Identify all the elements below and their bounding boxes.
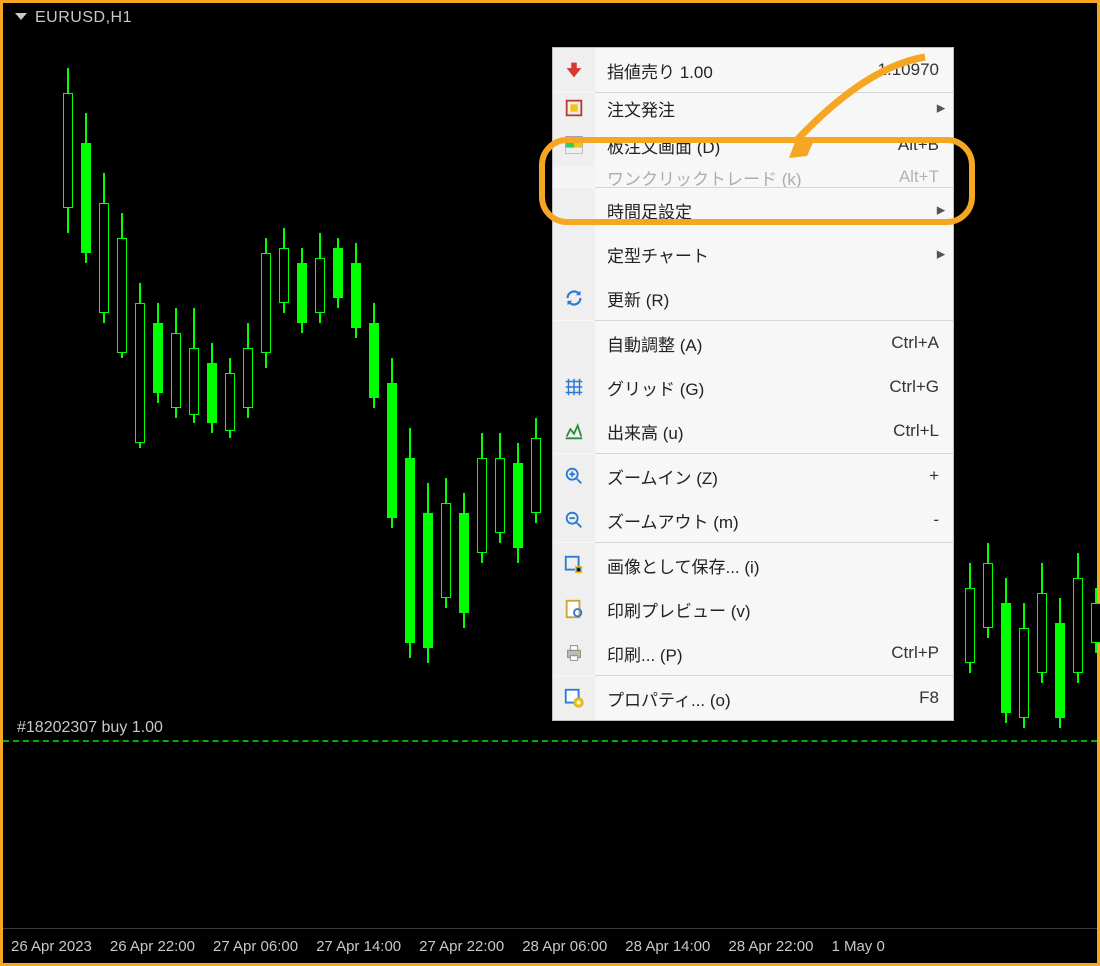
dom-grid-icon bbox=[563, 134, 585, 156]
x-tick: 26 Apr 2023 bbox=[11, 938, 92, 955]
menu-shortcut: + bbox=[929, 466, 939, 486]
menu-sell-limit[interactable]: 指値売り 1.00 1.10970 bbox=[553, 48, 953, 92]
menu-label: ズームアウト (m) bbox=[607, 508, 739, 533]
menu-refresh[interactable]: 更新 (R) bbox=[553, 276, 953, 320]
menu-depth-of-market[interactable]: 板注文画面 (D) Alt+B bbox=[553, 123, 953, 167]
menu-price: 1.10970 bbox=[878, 60, 939, 80]
order-line-label: #18202307 buy 1.00 bbox=[17, 719, 163, 737]
zoom-out-icon bbox=[563, 509, 585, 531]
menu-print-preview[interactable]: 印刷プレビュー (v) bbox=[553, 587, 953, 631]
x-tick: 27 Apr 06:00 bbox=[213, 938, 298, 955]
menu-shortcut: Ctrl+L bbox=[893, 421, 939, 441]
menu-shortcut: F8 bbox=[919, 688, 939, 708]
menu-one-click[interactable]: ワンクリックトレード (k) Alt+T bbox=[553, 167, 953, 187]
x-tick: 27 Apr 22:00 bbox=[419, 938, 504, 955]
menu-shortcut: Alt+B bbox=[898, 135, 939, 155]
submenu-arrow-icon: ▸ bbox=[929, 188, 953, 232]
menu-label: 指値売り 1.00 bbox=[607, 58, 713, 83]
menu-label: 定型チャート bbox=[607, 242, 709, 267]
menu-label: 注文発注 bbox=[607, 96, 675, 121]
menu-label: 出来高 (u) bbox=[607, 419, 684, 444]
context-menu: 指値売り 1.00 1.10970 注文発注 ▸ 板注文画面 (D) Alt+B… bbox=[552, 47, 954, 721]
properties-icon bbox=[563, 687, 585, 709]
menu-label: 自動調整 (A) bbox=[607, 331, 702, 356]
x-tick: 26 Apr 22:00 bbox=[110, 938, 195, 955]
menu-volume[interactable]: 出来高 (u) Ctrl+L bbox=[553, 409, 953, 453]
menu-label: 印刷... (P) bbox=[607, 641, 683, 666]
menu-save-image[interactable]: 画像として保存... (i) bbox=[553, 543, 953, 587]
save-image-icon bbox=[563, 554, 585, 576]
order-icon bbox=[563, 97, 585, 119]
menu-zoom-in[interactable]: ズームイン (Z) + bbox=[553, 454, 953, 498]
menu-print[interactable]: 印刷... (P) Ctrl+P bbox=[553, 631, 953, 675]
sell-arrow-icon bbox=[563, 59, 585, 81]
order-line bbox=[3, 740, 1097, 742]
x-tick: 28 Apr 14:00 bbox=[625, 938, 710, 955]
zoom-in-icon bbox=[563, 465, 585, 487]
menu-autoscale[interactable]: 自動調整 (A) Ctrl+A bbox=[553, 321, 953, 365]
menu-label: 印刷プレビュー (v) bbox=[607, 597, 751, 622]
menu-template[interactable]: 定型チャート ▸ bbox=[553, 232, 953, 276]
menu-timeframe[interactable]: 時間足設定 ▸ bbox=[553, 188, 953, 232]
menu-shortcut: Alt+T bbox=[899, 167, 939, 187]
submenu-arrow-icon: ▸ bbox=[929, 232, 953, 276]
menu-properties[interactable]: プロパティ... (o) F8 bbox=[553, 676, 953, 720]
volume-icon bbox=[563, 420, 585, 442]
menu-label: 時間足設定 bbox=[607, 198, 692, 223]
menu-label: 板注文画面 (D) bbox=[607, 133, 720, 158]
preview-icon bbox=[563, 598, 585, 620]
x-tick: 28 Apr 06:00 bbox=[522, 938, 607, 955]
menu-shortcut: Ctrl+A bbox=[891, 333, 939, 353]
menu-label: 画像として保存... (i) bbox=[607, 553, 759, 578]
menu-shortcut: Ctrl+P bbox=[891, 643, 939, 663]
menu-zoom-out[interactable]: ズームアウト (m) - bbox=[553, 498, 953, 542]
x-tick: 27 Apr 14:00 bbox=[316, 938, 401, 955]
submenu-arrow-icon: ▸ bbox=[929, 93, 953, 123]
menu-shortcut: - bbox=[933, 510, 939, 530]
menu-label: 更新 (R) bbox=[607, 286, 669, 311]
print-icon bbox=[563, 642, 585, 664]
grid-icon bbox=[563, 376, 585, 398]
menu-grid[interactable]: グリッド (G) Ctrl+G bbox=[553, 365, 953, 409]
menu-new-order[interactable]: 注文発注 ▸ bbox=[553, 93, 953, 123]
menu-label: グリッド (G) bbox=[607, 375, 704, 400]
menu-label: ワンクリックトレード (k) bbox=[607, 167, 802, 187]
x-tick: 28 Apr 22:00 bbox=[728, 938, 813, 955]
refresh-icon bbox=[563, 287, 585, 309]
menu-label: ズームイン (Z) bbox=[607, 464, 718, 489]
x-tick: 1 May 0 bbox=[831, 938, 884, 955]
menu-shortcut: Ctrl+G bbox=[889, 377, 939, 397]
menu-label: プロパティ... (o) bbox=[607, 686, 731, 711]
x-axis: 26 Apr 2023 26 Apr 22:00 27 Apr 06:00 27 Ap… bbox=[3, 928, 1097, 963]
